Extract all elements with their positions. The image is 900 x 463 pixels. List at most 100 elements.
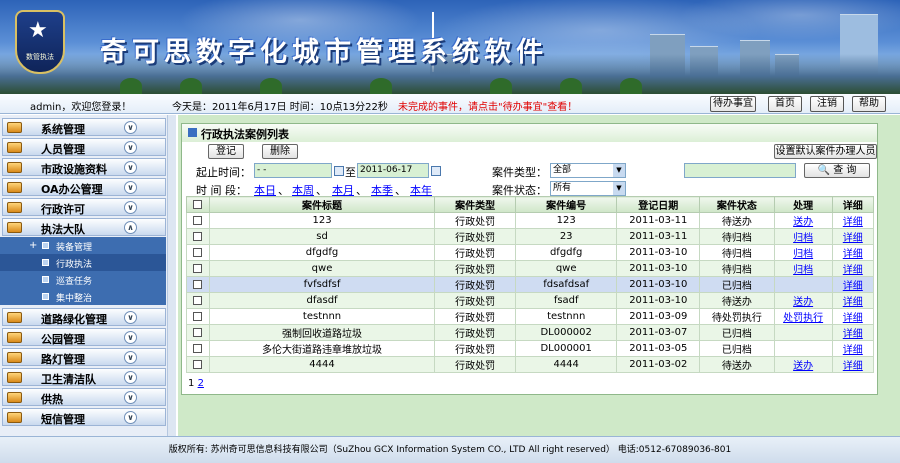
detail-link[interactable]: 详细 [831, 228, 875, 245]
sub-item-equipment[interactable]: + 装备管理 [0, 237, 166, 254]
case-title: qwe [208, 260, 436, 277]
chevron-down-icon[interactable]: ∨ [124, 331, 137, 344]
action-link[interactable] [773, 340, 833, 357]
table-row[interactable]: testnnn 行政处罚 testnnn 2011-03-09 待处罚执行 处罚执行 详细 [186, 308, 875, 325]
case-type-select[interactable]: 全部 ▼ [550, 163, 626, 178]
logout-button[interactable]: 注销 [810, 96, 844, 112]
detail-link[interactable]: 详细 [831, 276, 875, 293]
sidebar-item-system[interactable]: 系统管理 ∨ [2, 118, 166, 136]
chevron-down-icon[interactable]: ∨ [124, 121, 137, 134]
sidebar-scrollbar[interactable] [167, 115, 176, 436]
start-date-input[interactable]: - - [254, 163, 332, 178]
detail-link[interactable]: 详细 [831, 260, 875, 277]
detail-link[interactable]: 详细 [831, 212, 875, 229]
chevron-down-icon[interactable]: ▼ [613, 182, 625, 195]
sidebar-item-streetlight[interactable]: 路灯管理 ∨ [2, 348, 166, 366]
action-link[interactable]: 处罚执行 [773, 308, 833, 325]
row-checkbox[interactable] [186, 324, 210, 341]
action-link[interactable] [773, 324, 833, 341]
tree [260, 78, 282, 94]
row-checkbox[interactable] [186, 260, 210, 277]
action-link[interactable]: 送办 [773, 212, 833, 229]
sub-item-rectification[interactable]: 集中整治 [0, 288, 166, 305]
row-checkbox[interactable] [186, 212, 210, 229]
case-status-select[interactable]: 所有 ▼ [550, 181, 626, 196]
chevron-down-icon[interactable]: ∨ [124, 181, 137, 194]
chevron-down-icon[interactable]: ∨ [124, 141, 137, 154]
sidebar-item-permit[interactable]: 行政许可 ∨ [2, 198, 166, 216]
table-row[interactable]: sd 行政处罚 23 2011-03-11 待归档 归档 详细 [186, 228, 875, 245]
row-checkbox[interactable] [186, 308, 210, 325]
sidebar-item-cleaning[interactable]: 卫生清洁队 ∨ [2, 368, 166, 386]
help-button[interactable]: 帮助 [852, 96, 886, 112]
action-link[interactable]: 归档 [773, 228, 833, 245]
detail-link[interactable]: 详细 [831, 324, 875, 341]
row-checkbox[interactable] [186, 244, 210, 261]
table-row[interactable]: fvfsdfsf 行政处罚 fdsafdsaf 2011-03-10 已归档 详细 [186, 276, 875, 293]
chevron-down-icon[interactable]: ∨ [124, 351, 137, 364]
table-row[interactable]: 强制回收道路垃圾 行政处罚 DL000002 2011-03-07 已归档 详细 [186, 324, 875, 341]
row-checkbox[interactable] [186, 356, 210, 373]
detail-link[interactable]: 详细 [831, 244, 875, 261]
sidebar-item-enforcement[interactable]: 执法大队 ∧ [2, 218, 166, 236]
folder-icon [7, 182, 22, 193]
detail-link[interactable]: 详细 [831, 308, 875, 325]
pager: 1 2 [188, 378, 204, 389]
sidebar-item-park[interactable]: 公园管理 ∨ [2, 328, 166, 346]
register-button[interactable]: 登记 [208, 144, 244, 159]
sub-item-patrol[interactable]: 巡查任务 [0, 271, 166, 288]
chevron-down-icon[interactable]: ∨ [124, 201, 137, 214]
chevron-down-icon[interactable]: ∨ [124, 161, 137, 174]
todo-button[interactable]: 待办事宜 [710, 96, 756, 112]
chevron-up-icon[interactable]: ∧ [124, 221, 137, 234]
detail-link[interactable]: 详细 [831, 356, 875, 373]
row-checkbox[interactable] [186, 276, 210, 293]
action-link[interactable] [773, 276, 833, 293]
tree [490, 78, 512, 94]
chevron-down-icon[interactable]: ∨ [124, 371, 137, 384]
set-default-handler-button[interactable]: 设置默认案件办理人员 [774, 144, 877, 159]
end-date-input[interactable]: 2011-06-17 [357, 163, 429, 178]
sidebar-item-heating[interactable]: 供热 ∨ [2, 388, 166, 406]
action-link[interactable]: 归档 [773, 260, 833, 277]
sidebar-item-sms[interactable]: 短信管理 ∨ [2, 408, 166, 426]
todo-notice[interactable]: 未完成的事件，请点击"待办事宜"查看！ [398, 98, 577, 113]
table-row[interactable]: dfasdf 行政处罚 fsadf 2011-03-10 待送办 送办 详细 [186, 292, 875, 309]
home-button[interactable]: 首页 [768, 96, 802, 112]
expand-icon[interactable]: + [29, 240, 37, 251]
query-button[interactable]: 🔍 查 询 [804, 163, 870, 178]
keyword-input[interactable] [684, 163, 796, 178]
row-checkbox[interactable] [186, 292, 210, 309]
case-date: 2011-03-05 [616, 340, 701, 357]
select-all-checkbox[interactable] [186, 196, 210, 213]
action-link[interactable]: 送办 [773, 292, 833, 309]
calendar-icon[interactable] [431, 166, 441, 176]
sub-item-admin-enforcement[interactable]: 行政执法 [0, 254, 166, 271]
table-row[interactable]: dfgdfg 行政处罚 dfgdfg 2011-03-10 待归档 归档 详细 [186, 244, 875, 261]
action-link[interactable]: 归档 [773, 244, 833, 261]
action-link[interactable]: 送办 [773, 356, 833, 373]
calendar-icon[interactable] [334, 166, 344, 176]
tree [370, 78, 392, 94]
sidebar-item-oa[interactable]: OA办公管理 ∨ [2, 178, 166, 196]
sidebar-item-label: 人员管理 [41, 143, 85, 156]
delete-button[interactable]: 删除 [262, 144, 298, 159]
sidebar-item-greening[interactable]: 道路绿化管理 ∨ [2, 308, 166, 326]
row-checkbox[interactable] [186, 340, 210, 357]
sidebar-item-municipal[interactable]: 市政设施资料 ∨ [2, 158, 166, 176]
chevron-down-icon[interactable]: ▼ [613, 164, 625, 177]
page-link-2[interactable]: 2 [198, 378, 204, 389]
case-title: fvfsdfsf [208, 276, 436, 293]
detail-link[interactable]: 详细 [831, 292, 875, 309]
table-row[interactable]: qwe 行政处罚 qwe 2011-03-10 待归档 归档 详细 [186, 260, 875, 277]
sidebar-item-personnel[interactable]: 人员管理 ∨ [2, 138, 166, 156]
table-row[interactable]: 多伦大街道路违章堆放垃圾 行政处罚 DL000001 2011-03-05 已归档 详细 [186, 340, 875, 357]
table-row[interactable]: 4444 行政处罚 4444 2011-03-02 待送办 送办 详细 [186, 356, 875, 373]
table-row[interactable]: 123 行政处罚 123 2011-03-11 待送办 送办 详细 [186, 212, 875, 229]
row-checkbox[interactable] [186, 228, 210, 245]
detail-link[interactable]: 详细 [831, 340, 875, 357]
case-title: 多伦大街道路违章堆放垃圾 [208, 340, 436, 357]
chevron-down-icon[interactable]: ∨ [124, 311, 137, 324]
chevron-down-icon[interactable]: ∨ [124, 391, 137, 404]
chevron-down-icon[interactable]: ∨ [124, 411, 137, 424]
